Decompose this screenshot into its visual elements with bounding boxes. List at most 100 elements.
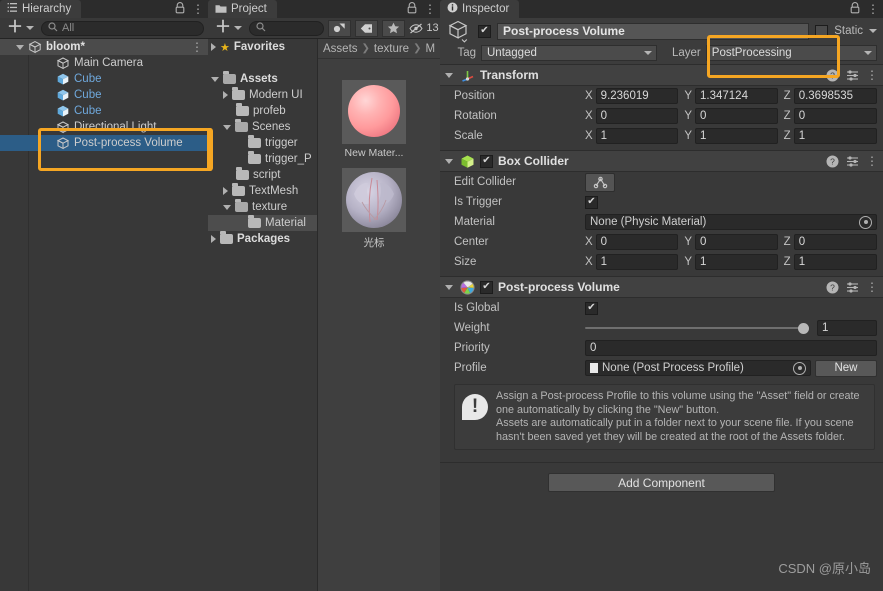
tab-inspector[interactable]: Inspector — [440, 0, 520, 18]
object-picker-icon[interactable] — [859, 215, 872, 229]
lock-icon[interactable] — [407, 1, 417, 17]
number-input[interactable]: 1 — [793, 128, 877, 144]
number-input[interactable]: 0 — [695, 234, 778, 250]
hidden-assets-count[interactable]: 13 — [409, 20, 439, 37]
kebab-menu-icon[interactable]: ⋮ — [192, 3, 204, 15]
project-tree-item[interactable]: trigger — [208, 135, 317, 151]
profile-object-field[interactable]: None (Post Process Profile) — [585, 360, 811, 376]
chevron-right-icon[interactable] — [211, 235, 216, 243]
add-component-button[interactable]: Add Component — [548, 473, 775, 492]
object-name-field[interactable]: Post-process Volume — [497, 22, 810, 40]
project-tree-item[interactable]: texture — [208, 199, 317, 215]
component-enabled-checkbox[interactable]: ✔ — [480, 154, 493, 168]
chevron-down-icon[interactable] — [211, 76, 219, 82]
preset-icon[interactable] — [846, 155, 859, 168]
favorite-star-icon[interactable] — [382, 19, 406, 37]
help-icon[interactable]: ? — [826, 281, 839, 294]
chevron-down-icon[interactable] — [445, 284, 453, 290]
weight-slider[interactable] — [585, 320, 809, 336]
preset-icon[interactable] — [846, 281, 859, 294]
hierarchy-item[interactable]: Directional Light — [0, 119, 208, 135]
layer-dropdown[interactable]: PostProcessing — [705, 45, 877, 61]
number-input[interactable]: 9.236019 — [595, 88, 679, 104]
create-asset-button[interactable]: ＋ — [212, 20, 245, 36]
project-tree-item[interactable]: Material — [208, 215, 317, 231]
number-input[interactable]: 1 — [595, 128, 679, 144]
number-input[interactable]: 0 — [793, 108, 877, 124]
project-tree-item[interactable]: script — [208, 167, 317, 183]
asset-item-material[interactable]: New Mater... — [342, 80, 406, 159]
number-input[interactable]: 0 — [585, 340, 877, 356]
number-input[interactable]: 1.347124 — [695, 88, 778, 104]
kebab-menu-icon[interactable]: ⋮ — [424, 3, 436, 15]
chevron-right-icon[interactable] — [223, 91, 228, 99]
create-gameobject-button[interactable]: ＋ — [4, 20, 37, 36]
component-header[interactable]: ✔ Box Collider? ⋮ — [440, 151, 883, 172]
hierarchy-item[interactable]: Cube — [0, 103, 208, 119]
chevron-down-icon[interactable] — [223, 204, 231, 210]
static-checkbox[interactable] — [815, 24, 829, 38]
object-reference-field[interactable]: None (Physic Material) — [585, 214, 877, 230]
chevron-down-icon[interactable] — [869, 29, 877, 33]
edit-collider-button[interactable] — [585, 172, 615, 192]
chevron-down-icon[interactable] — [223, 124, 231, 130]
tag-dropdown[interactable]: Untagged — [481, 45, 657, 61]
hierarchy-item[interactable]: Post-process Volume — [0, 135, 208, 151]
hierarchy-item[interactable]: Cube — [0, 87, 208, 103]
kebab-menu-icon[interactable]: ⋮ — [866, 281, 878, 293]
asset-item-cursor[interactable]: 光标 — [342, 168, 406, 250]
hierarchy-item[interactable]: Cube — [0, 71, 208, 87]
tab-hierarchy[interactable]: Hierarchy — [0, 0, 82, 18]
object-picker-icon[interactable] — [793, 361, 806, 375]
breadcrumb-item-2[interactable]: M — [425, 43, 435, 55]
chevron-right-icon[interactable] — [223, 187, 228, 195]
help-icon[interactable]: ? — [826, 69, 839, 82]
component-header[interactable]: ✔ Post-process Volume? ⋮ — [440, 277, 883, 298]
project-tree-item[interactable]: ★ Favorites — [208, 39, 317, 55]
label-filter-icon[interactable] — [355, 19, 379, 37]
lock-icon[interactable] — [175, 1, 185, 17]
number-input[interactable]: 1 — [595, 254, 679, 270]
project-tree-item[interactable]: Scenes — [208, 119, 317, 135]
number-input[interactable]: 1 — [695, 254, 778, 270]
project-tree-item[interactable]: trigger_P — [208, 151, 317, 167]
weight-value-input[interactable]: 1 — [817, 320, 877, 336]
number-input[interactable]: 0.3698535 — [793, 88, 877, 104]
number-input[interactable]: 0 — [595, 108, 679, 124]
number-input[interactable]: 0 — [793, 234, 877, 250]
lock-icon[interactable] — [850, 1, 860, 17]
hierarchy-item[interactable]: Main Camera — [0, 55, 208, 71]
help-icon[interactable]: ? — [826, 155, 839, 168]
component-header[interactable]: Transform? ⋮ — [440, 65, 883, 86]
project-search-input[interactable] — [249, 20, 325, 36]
number-input[interactable]: 0 — [595, 234, 679, 250]
number-input[interactable]: 0 — [695, 108, 778, 124]
project-tree-item[interactable]: Packages — [208, 231, 317, 247]
project-tree-item[interactable]: Modern UI — [208, 87, 317, 103]
project-tree-item[interactable]: profeb — [208, 103, 317, 119]
kebab-menu-icon[interactable]: ⋮ — [191, 41, 203, 53]
object-enabled-checkbox[interactable]: ✔ — [478, 24, 491, 38]
chevron-right-icon[interactable] — [211, 43, 216, 51]
asset-filter-icon[interactable] — [328, 19, 352, 37]
kebab-menu-icon[interactable]: ⋮ — [866, 155, 878, 167]
breadcrumb-item-1[interactable]: texture — [374, 43, 409, 55]
preset-icon[interactable] — [846, 69, 859, 82]
number-input[interactable]: 1 — [793, 254, 877, 270]
kebab-menu-icon[interactable]: ⋮ — [866, 69, 878, 81]
new-profile-button[interactable]: New — [815, 359, 877, 377]
number-input[interactable]: 1 — [695, 128, 778, 144]
kebab-menu-icon[interactable]: ⋮ — [867, 3, 879, 15]
chevron-down-icon[interactable] — [445, 158, 453, 164]
hierarchy-scene-row[interactable]: bloom* ⋮ — [0, 39, 208, 55]
chevron-down-icon[interactable] — [16, 44, 24, 50]
breadcrumb-item-0[interactable]: Assets — [323, 43, 358, 55]
property-checkbox[interactable]: ✔ — [585, 301, 598, 315]
tab-project[interactable]: Project — [208, 0, 277, 18]
project-tree-item[interactable]: TextMesh — [208, 183, 317, 199]
chevron-down-icon[interactable] — [445, 72, 453, 78]
project-tree-item[interactable]: Assets — [208, 71, 317, 87]
component-enabled-checkbox[interactable]: ✔ — [480, 280, 493, 294]
property-checkbox[interactable]: ✔ — [585, 195, 598, 209]
hierarchy-search-input[interactable]: All — [41, 20, 204, 36]
